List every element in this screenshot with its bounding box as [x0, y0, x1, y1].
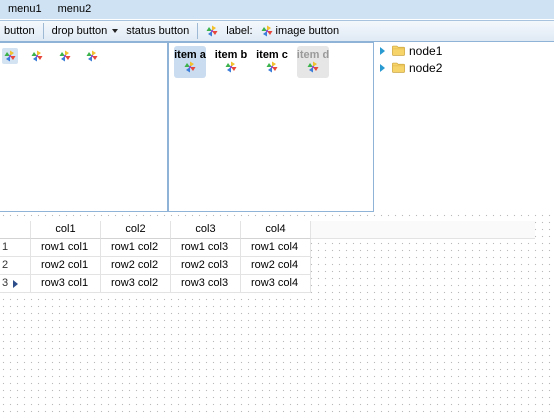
pinwheel-icon	[206, 25, 218, 37]
item-b-button[interactable]: item b	[215, 46, 247, 78]
row-number: 2	[0, 257, 31, 275]
item-c-button[interactable]: item c	[256, 46, 288, 78]
folder-icon	[392, 45, 405, 56]
item-d-label: item d	[297, 49, 329, 61]
tree-node-node1[interactable]: node1	[380, 42, 442, 59]
icon-button-1[interactable]	[2, 48, 18, 64]
button[interactable]: button	[0, 21, 39, 41]
table-cell[interactable]: row2 col4	[241, 257, 311, 275]
menu-menu2[interactable]: menu2	[50, 0, 100, 19]
toolbar-separator	[197, 23, 199, 39]
tree-node-label: node2	[409, 60, 443, 75]
drop-button[interactable]: drop button	[48, 21, 123, 41]
pinwheel-icon	[86, 50, 98, 62]
row-number: 3	[2, 277, 9, 289]
row-number-cell: 3	[0, 275, 31, 293]
row-number: 1	[0, 239, 31, 257]
pinwheel-button[interactable]	[202, 21, 222, 41]
menu-menu1[interactable]: menu1	[0, 0, 50, 19]
caret-down-icon	[112, 29, 119, 33]
status-button-label: status button	[126, 25, 190, 37]
table-cell[interactable]: row3 col4	[241, 275, 311, 293]
table-row[interactable]: 2 row2 col1 row2 col2 row2 col3 row2 col…	[0, 257, 535, 275]
column-header-col4[interactable]: col4	[241, 221, 311, 239]
table-row[interactable]: 3 row3 col1 row3 col2 row3 col3 row3 col…	[0, 275, 535, 293]
icon-button-4[interactable]	[84, 48, 100, 64]
column-header-col3[interactable]: col3	[171, 221, 241, 239]
item-b-label: item b	[215, 49, 247, 61]
item-button-pane: item a item b item c item d	[168, 42, 374, 212]
pinwheel-icon	[4, 50, 16, 62]
data-grid: col1 col2 col3 col4 1 row1 col1 row1 col…	[0, 221, 535, 293]
toolbar: button drop button status button label: …	[0, 20, 554, 42]
table-cell[interactable]: row1 col4	[241, 239, 311, 257]
pinwheel-icon	[31, 50, 43, 62]
table-cell[interactable]: row2 col3	[171, 257, 241, 275]
menu-bar: menu1 menu2	[0, 0, 554, 19]
pinwheel-icon	[225, 61, 237, 73]
table-cell[interactable]: row3 col3	[171, 275, 241, 293]
image-button-label: image button	[275, 25, 340, 37]
tree-view: node1 node2	[374, 42, 554, 212]
table-row[interactable]: 1 row1 col1 row1 col2 row1 col3 row1 col…	[0, 239, 535, 257]
icon-button-pane	[0, 42, 168, 212]
header-filler	[311, 221, 535, 239]
table-cell[interactable]: row3 col1	[31, 275, 101, 293]
image-button[interactable]: image button	[257, 21, 344, 41]
toolbar-label-text: label:	[226, 25, 253, 37]
pinwheel-icon	[307, 61, 319, 73]
item-c-label: item c	[256, 49, 288, 61]
table-cell[interactable]: row2 col2	[101, 257, 171, 275]
drop-button-label: drop button	[51, 25, 108, 37]
grid-header-row: col1 col2 col3 col4	[0, 221, 535, 239]
column-header-col2[interactable]: col2	[101, 221, 171, 239]
toolbar-separator	[42, 23, 44, 39]
tree-node-node2[interactable]: node2	[380, 59, 442, 76]
folder-icon	[392, 62, 405, 73]
table-cell[interactable]: row1 col1	[31, 239, 101, 257]
expand-arrow-icon[interactable]	[380, 63, 385, 72]
table-cell[interactable]: row1 col3	[171, 239, 241, 257]
icon-button-2[interactable]	[29, 48, 45, 64]
table-cell[interactable]: row2 col1	[31, 257, 101, 275]
item-a-button[interactable]: item a	[174, 46, 206, 78]
pinwheel-icon	[261, 25, 273, 37]
toolbar-label: label:	[222, 21, 256, 41]
tree-node-label: node1	[409, 43, 443, 58]
table-cell[interactable]: row3 col2	[101, 275, 171, 293]
current-row-indicator-icon	[13, 280, 18, 288]
pinwheel-icon	[59, 50, 71, 62]
button-label: button	[4, 25, 35, 37]
pinwheel-icon	[266, 61, 278, 73]
item-a-label: item a	[174, 49, 206, 61]
status-button[interactable]: status button	[122, 21, 193, 41]
grid-area: col1 col2 col3 col4 1 row1 col1 row1 col…	[0, 212, 554, 418]
pinwheel-icon	[184, 61, 196, 73]
row-number-header	[0, 221, 31, 239]
item-d-button[interactable]: item d	[297, 46, 329, 78]
expand-arrow-icon[interactable]	[380, 46, 385, 55]
table-cell[interactable]: row1 col2	[101, 239, 171, 257]
icon-button-3[interactable]	[57, 48, 73, 64]
column-header-col1[interactable]: col1	[31, 221, 101, 239]
